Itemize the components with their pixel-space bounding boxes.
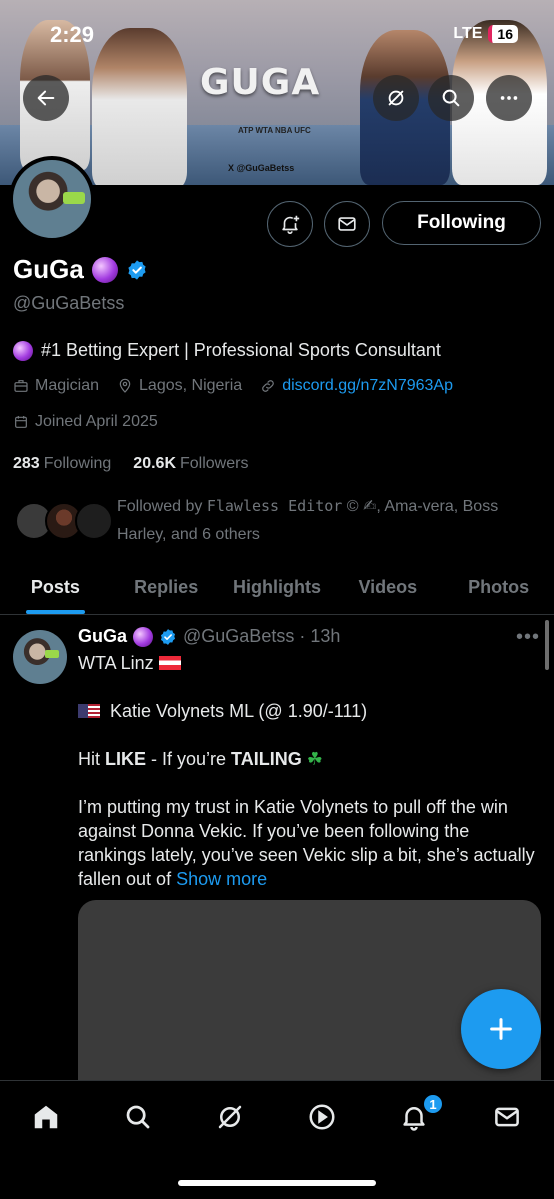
profile-location: Lagos, Nigeria [117,377,242,395]
link-icon [262,380,275,392]
following-stat[interactable]: 283 Following [13,455,111,473]
verified-icon [160,628,176,645]
search-button[interactable] [428,75,474,121]
more-icon [500,96,518,100]
profile-bio: #1 Betting Expert | Professional Sports … [13,340,441,361]
tab-photos[interactable]: Photos [443,560,554,614]
profile-joined: Joined April 2025 [13,413,158,431]
nav-grok[interactable] [212,1099,248,1135]
scrollbar[interactable] [545,620,549,670]
plus-icon [490,1018,512,1040]
show-more-link[interactable]: Show more [176,869,267,889]
profile-stats: 283 Following 20.6K Followers [13,455,248,473]
notify-button[interactable] [267,201,313,247]
crystal-ball-icon [13,340,33,361]
profile-handle: @GuGaBetss [13,293,125,313]
search-icon [126,1105,150,1129]
banner-player-2 [92,28,187,185]
status-time: 2:29 [50,22,95,47]
tab-posts[interactable]: Posts [0,560,111,614]
mail-icon [338,217,356,231]
profile-category: Magician [13,377,99,395]
austria-flag-icon [158,656,181,670]
battery-indicator: 16 [488,25,518,43]
status-indicators: LTE 16 [453,25,518,43]
post-header: GuGa @GuGaBetss · 13h [78,626,340,647]
post-more-button[interactable]: ••• [516,626,540,649]
followers-stat[interactable]: 20.6K Followers [133,455,248,473]
network-label: LTE [453,25,483,42]
play-icon [309,1104,335,1130]
mail-icon [495,1107,519,1127]
no-signal-icon [388,90,404,106]
clover-icon: ☘ [306,749,323,769]
nav-home[interactable] [28,1099,64,1135]
banner-logos: ATP WTA NBA UFC [238,126,311,135]
profile-avatar[interactable] [9,156,95,242]
compose-button[interactable] [461,989,541,1069]
followed-by[interactable]: Followed by Flawless Editor © ✍, Ama-ver… [13,492,543,548]
profile-name: GuGa [13,254,84,284]
home-indicator [178,1180,376,1186]
nav-search[interactable] [120,1099,156,1135]
more-button[interactable] [486,75,532,121]
crystal-ball-icon [91,256,118,283]
tab-replies[interactable]: Replies [111,560,222,614]
us-flag-icon [78,704,100,718]
tab-highlights[interactable]: Highlights [222,560,333,614]
banner-handle: X @GuGaBetss [228,163,295,173]
post-text[interactable]: WTA Linz Katie Volynets ML (@ 1.90/-111)… [78,651,538,891]
grok-button[interactable] [373,75,419,121]
briefcase-icon [14,380,28,392]
back-button[interactable] [23,75,69,121]
search-icon [442,89,460,107]
following-button[interactable]: Following [382,201,541,245]
post-avatar[interactable] [13,630,67,684]
verified-icon[interactable] [126,259,148,281]
notification-add-icon [282,215,300,234]
crystal-ball-icon [133,626,154,647]
home-icon [34,1105,58,1129]
profile-meta: Magician Lagos, Nigeria discord.gg/n7zN7… [13,377,453,395]
follower-avatar [75,502,113,540]
tab-videos[interactable]: Videos [332,560,443,614]
calendar-icon [15,416,27,428]
grok-icon [218,1105,242,1129]
notification-badge: 1 [422,1093,444,1115]
post-author-name[interactable]: GuGa [78,626,127,647]
back-arrow-icon [37,90,55,106]
followed-by-text: Followed by Flawless Editor © ✍, Ama-ver… [117,497,499,543]
nav-videos[interactable] [304,1099,340,1135]
bio-text: #1 Betting Expert | Professional Sports … [41,340,441,360]
nav-messages[interactable] [489,1099,525,1135]
banner-brand: GUGA [200,62,321,103]
profile-name-row: GuGa [13,254,148,285]
message-button[interactable] [324,201,370,247]
profile-link[interactable]: discord.gg/n7zN7963Ap [260,377,453,395]
location-icon [119,378,131,393]
status-bar: 2:29 LTE 16 [0,22,554,50]
post-meta: @GuGaBetss · 13h [183,626,341,646]
profile-tabs: Posts Replies Highlights Videos Photos [0,560,554,615]
